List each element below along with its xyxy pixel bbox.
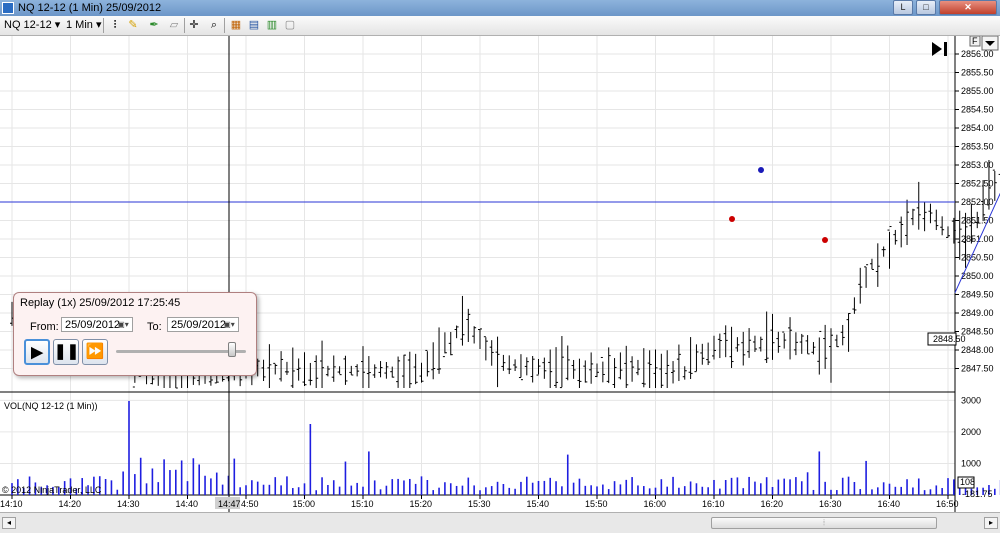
volume-indicator-label: VOL(NQ 12-12 (1 Min)): [4, 401, 98, 411]
chart-toolbar: NQ 12-12 ▾ 1 Min ▾ ⫶ ✎ ✒ ▱ ✛ ⌕ ▦ ▤ ▥ ▢: [0, 16, 1000, 36]
crosshair-icon[interactable]: ✛: [186, 18, 202, 33]
time-tick-label: 15:10: [351, 499, 374, 509]
price-tick-label: 2848.50: [961, 327, 994, 337]
last-price-label: 2848.50: [933, 334, 966, 344]
instrument-selector[interactable]: NQ 12-12 ▾: [4, 18, 60, 33]
time-tick-label: 14:20: [59, 499, 82, 509]
price-tick-label: 2849.00: [961, 308, 994, 318]
from-date-field[interactable]: 25/09/2012 ▣▾: [61, 317, 133, 332]
time-tick-label: 15:20: [410, 499, 433, 509]
price-tick-label: 2849.50: [961, 290, 994, 300]
replay-title: Replay (1x) 25/09/2012 17:25:45: [20, 297, 181, 309]
interval-label: 1 Min: [66, 19, 93, 31]
red-marker-dot: [729, 216, 735, 222]
volume-axis: 3000 2000 1000: [961, 395, 981, 468]
play-icon: ▶: [31, 344, 43, 361]
price-tick-label: 2854.50: [961, 105, 994, 115]
time-tick-label: 16:30: [819, 499, 842, 509]
time-tick-label: 14:30: [117, 499, 140, 509]
time-tick-label: 4:50: [241, 499, 259, 509]
time-tick-label: 16:40: [878, 499, 901, 509]
draw-pencil-icon[interactable]: ✎: [125, 18, 141, 33]
time-tick-label: 16:20: [761, 499, 784, 509]
close-button[interactable]: ✕: [939, 0, 997, 15]
time-tick-label: 16:50: [936, 499, 959, 509]
price-tick-label: 2847.50: [961, 364, 994, 374]
price-tick-label: 2855.50: [961, 68, 994, 78]
app-icon: [2, 2, 14, 14]
pause-button[interactable]: ❚❚: [53, 339, 79, 365]
volume-negative-label: -181.75: [962, 489, 993, 499]
minimize-button[interactable]: L: [893, 0, 913, 15]
bar-style-icon[interactable]: ⫶: [107, 18, 123, 33]
to-date-field[interactable]: 25/09/2012 ▣▾: [167, 317, 239, 332]
price-axis: 2856.002855.502855.002854.502854.002853.…: [955, 49, 994, 374]
eraser-icon[interactable]: ▱: [166, 18, 182, 33]
time-tick-label: 15:50: [585, 499, 608, 509]
red-marker-dot: [822, 237, 828, 243]
price-tick-label: 2850.00: [961, 271, 994, 281]
pen-icon[interactable]: ✒: [146, 18, 162, 33]
window-title-bar: NQ 12-12 (1 Min) 25/09/2012 L □ ✕: [0, 0, 1000, 16]
horizontal-scrollbar[interactable]: ◂ ⦙ ▸: [0, 512, 1000, 533]
f-button-label: F: [972, 36, 978, 46]
volume-tick-label: 1000: [961, 458, 981, 468]
play-button[interactable]: ▶: [24, 339, 50, 365]
volume-tick-label: 2000: [961, 427, 981, 437]
to-label: To:: [147, 321, 162, 333]
indicators-icon[interactable]: ▦: [228, 18, 244, 33]
volume-tick-label: 3000: [961, 395, 981, 405]
price-chart-panel[interactable]: 2856.00 2855.50 2855.00 2854.50 2854.00 2853.…: [0, 36, 1000, 512]
time-tick-label: 16:00: [644, 499, 667, 509]
scroll-left-button[interactable]: ◂: [2, 517, 16, 529]
from-label: From:: [30, 321, 59, 333]
time-tick-label: 16:10: [702, 499, 725, 509]
price-chart[interactable]: 2856.002855.502855.002854.502854.002853.…: [0, 36, 1000, 512]
chevron-down-icon: ▾: [54, 19, 61, 31]
interval-selector[interactable]: 1 Min ▾: [66, 18, 102, 33]
time-tick-label: 14:40: [176, 499, 199, 509]
speed-slider-thumb[interactable]: [228, 342, 236, 357]
maximize-button[interactable]: □: [916, 0, 936, 15]
price-tick-label: 2854.00: [961, 123, 994, 133]
chart-overlays: [0, 36, 1000, 512]
from-date-value: 25/09/2012: [65, 319, 121, 331]
price-tick-label: 2848.00: [961, 345, 994, 355]
instrument-label: NQ 12-12: [4, 19, 52, 31]
time-tick-label: 15:30: [468, 499, 491, 509]
calendar-dropdown-icon[interactable]: ▣▾: [221, 319, 237, 330]
copyright-label: © 2012 NinjaTrader, LLC: [2, 485, 102, 495]
scroll-thumb[interactable]: ⦙: [711, 517, 937, 529]
blue-marker-dot: [758, 167, 764, 173]
toolbar-separator: [184, 18, 185, 33]
fast-forward-button[interactable]: ⏩: [82, 339, 108, 365]
volume-last-label: 108: [960, 477, 975, 487]
chevron-down-icon: ▾: [95, 19, 102, 31]
chart-grid: [0, 36, 955, 495]
scroll-right-button[interactable]: ▸: [984, 517, 998, 529]
time-axis: 14:10 14:20 14:30 14:40 4:50 15:00 15:10 15:20 1…: [0, 495, 959, 509]
pause-icon: ❚❚: [54, 343, 80, 360]
crosshair-time-label: 14:47: [218, 499, 241, 509]
time-tick-label: 15:40: [527, 499, 550, 509]
fast-forward-icon: ⏩: [85, 343, 105, 360]
speed-slider-track[interactable]: [116, 350, 246, 353]
zoom-icon[interactable]: ⌕: [206, 18, 222, 33]
to-date-value: 25/09/2012: [171, 319, 227, 331]
toolbar-separator: [103, 18, 104, 33]
window-title: NQ 12-12 (1 Min) 25/09/2012: [18, 2, 162, 14]
replay-panel: Replay (1x) 25/09/2012 17:25:45 From: 25…: [13, 292, 257, 376]
templates-icon[interactable]: ▥: [264, 18, 280, 33]
time-tick-label: 14:10: [0, 499, 23, 509]
price-tick-label: 2853.50: [961, 142, 994, 152]
volume-bars: [11, 400, 1000, 495]
properties-icon[interactable]: ▢: [282, 18, 298, 33]
toolbar-separator: [224, 18, 225, 33]
strategies-icon[interactable]: ▤: [246, 18, 262, 33]
time-tick-label: 15:00: [293, 499, 316, 509]
calendar-dropdown-icon[interactable]: ▣▾: [115, 319, 131, 330]
price-tick-label: 2855.00: [961, 86, 994, 96]
